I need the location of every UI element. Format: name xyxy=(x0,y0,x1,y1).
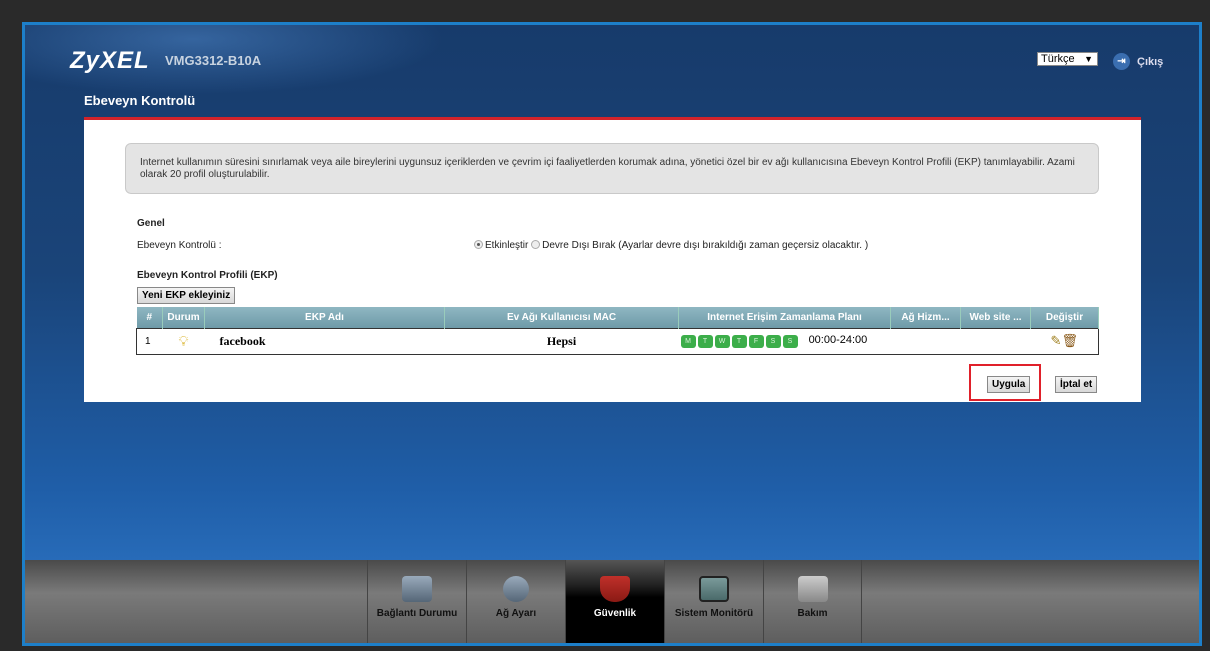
col-modify: Değiştir xyxy=(1030,307,1099,328)
general-heading: Genel xyxy=(137,218,165,229)
add-profile-button[interactable]: Yeni EKP ekleyiniz xyxy=(137,287,236,304)
day-mon: M xyxy=(680,335,696,348)
maintenance-icon xyxy=(797,576,828,602)
nav-maintenance[interactable]: Bakım xyxy=(763,560,862,643)
dropdown-arrow-icon: ▼ xyxy=(1084,54,1093,64)
col-index: # xyxy=(136,307,163,328)
chart-icon xyxy=(699,576,729,602)
row-name: facebook xyxy=(204,327,445,355)
day-tue: T xyxy=(697,335,713,348)
status-bulb-icon: 💡︎ xyxy=(162,327,205,355)
day-fri: F xyxy=(748,335,764,348)
row-mac: Hepsi xyxy=(444,327,679,355)
row-time: 00:00-24:00 xyxy=(808,334,868,346)
nav-label: Bağlantı Durumu xyxy=(376,608,458,619)
day-thu: T xyxy=(731,335,747,348)
language-value: Türkçe xyxy=(1041,53,1075,65)
logout-icon: ⇥ xyxy=(1113,53,1130,70)
content-panel: Internet kullanımın süresini sınırlamak … xyxy=(84,117,1141,402)
col-mac: Ev Ağı Kullanıcısı MAC xyxy=(444,307,679,328)
shield-icon xyxy=(600,576,630,602)
col-network-service: Ağ Hizm... xyxy=(890,307,961,328)
day-sun: S xyxy=(782,335,798,348)
row-schedule: MTWTFSS 00:00-24:00 xyxy=(678,327,891,355)
table-row: 1 💡︎ facebook Hepsi MTWTFSS 00:00-24:00 … xyxy=(136,327,1099,355)
profiles-heading: Ebeveyn Kontrol Profili (EKP) xyxy=(137,270,278,281)
disable-radio[interactable] xyxy=(531,240,541,249)
router-window: ZyXEL VMG3312-B10A Türkçe ▼ ⇥ Çıkış Ebevey… xyxy=(22,22,1202,646)
gear-icon xyxy=(503,576,529,602)
nav-connection-status[interactable]: Bağlantı Durumu xyxy=(367,560,466,643)
brand-logo: ZyXEL xyxy=(70,47,150,74)
edit-icon[interactable]: ✎ xyxy=(1051,333,1062,348)
cancel-button[interactable]: İptal et xyxy=(1055,376,1098,393)
col-name: EKP Adı xyxy=(204,307,445,328)
info-box: Internet kullanımın süresini sınırlamak … xyxy=(125,143,1099,194)
logout-button[interactable]: ⇥ Çıkış xyxy=(1113,53,1163,70)
nav-label: Güvenlik xyxy=(593,608,637,619)
nav-label: Bakım xyxy=(797,608,828,619)
col-schedule: Internet Erişim Zamanlama Planı xyxy=(678,307,891,328)
bottom-nav: Bağlantı Durumu Ağ Ayarı Güvenlik Sistem… xyxy=(25,560,1199,643)
nav-label: Sistem Monitörü xyxy=(674,608,754,619)
logout-label: Çıkış xyxy=(1137,55,1164,68)
parental-control-label: Ebeveyn Kontrolü : xyxy=(137,240,222,251)
day-sat: S xyxy=(765,335,781,348)
nav-security[interactable]: Güvenlik xyxy=(565,560,664,643)
enable-radio[interactable] xyxy=(474,240,483,249)
row-website xyxy=(960,327,1031,355)
row-network-service xyxy=(890,327,961,355)
day-wed: W xyxy=(714,335,730,348)
language-select[interactable]: Türkçe ▼ xyxy=(1037,52,1098,66)
enable-label: Etkinleştir xyxy=(485,240,529,251)
delete-icon[interactable]: 🗑︎ xyxy=(1061,333,1078,348)
page-title: Ebeveyn Kontrolü xyxy=(84,93,196,108)
apply-button[interactable]: Uygula xyxy=(987,376,1031,393)
col-status: Durum xyxy=(162,307,205,328)
nav-network-settings[interactable]: Ağ Ayarı xyxy=(466,560,565,643)
row-index: 1 xyxy=(136,327,163,355)
nav-label: Ağ Ayarı xyxy=(495,608,537,619)
parental-control-radio-group: Etkinleştir Devre Dışı Bırak (Ayarlar de… xyxy=(474,240,868,251)
disable-label: Devre Dışı Bırak (Ayarlar devre dışı bır… xyxy=(542,240,869,251)
col-website: Web site ... xyxy=(960,307,1031,328)
profiles-table: # Durum EKP Adı Ev Ağı Kullanıcısı MAC I… xyxy=(136,307,1099,355)
monitor-icon xyxy=(402,576,432,602)
model-name: VMG3312-B10A xyxy=(165,53,262,68)
nav-system-monitor[interactable]: Sistem Monitörü xyxy=(664,560,763,643)
